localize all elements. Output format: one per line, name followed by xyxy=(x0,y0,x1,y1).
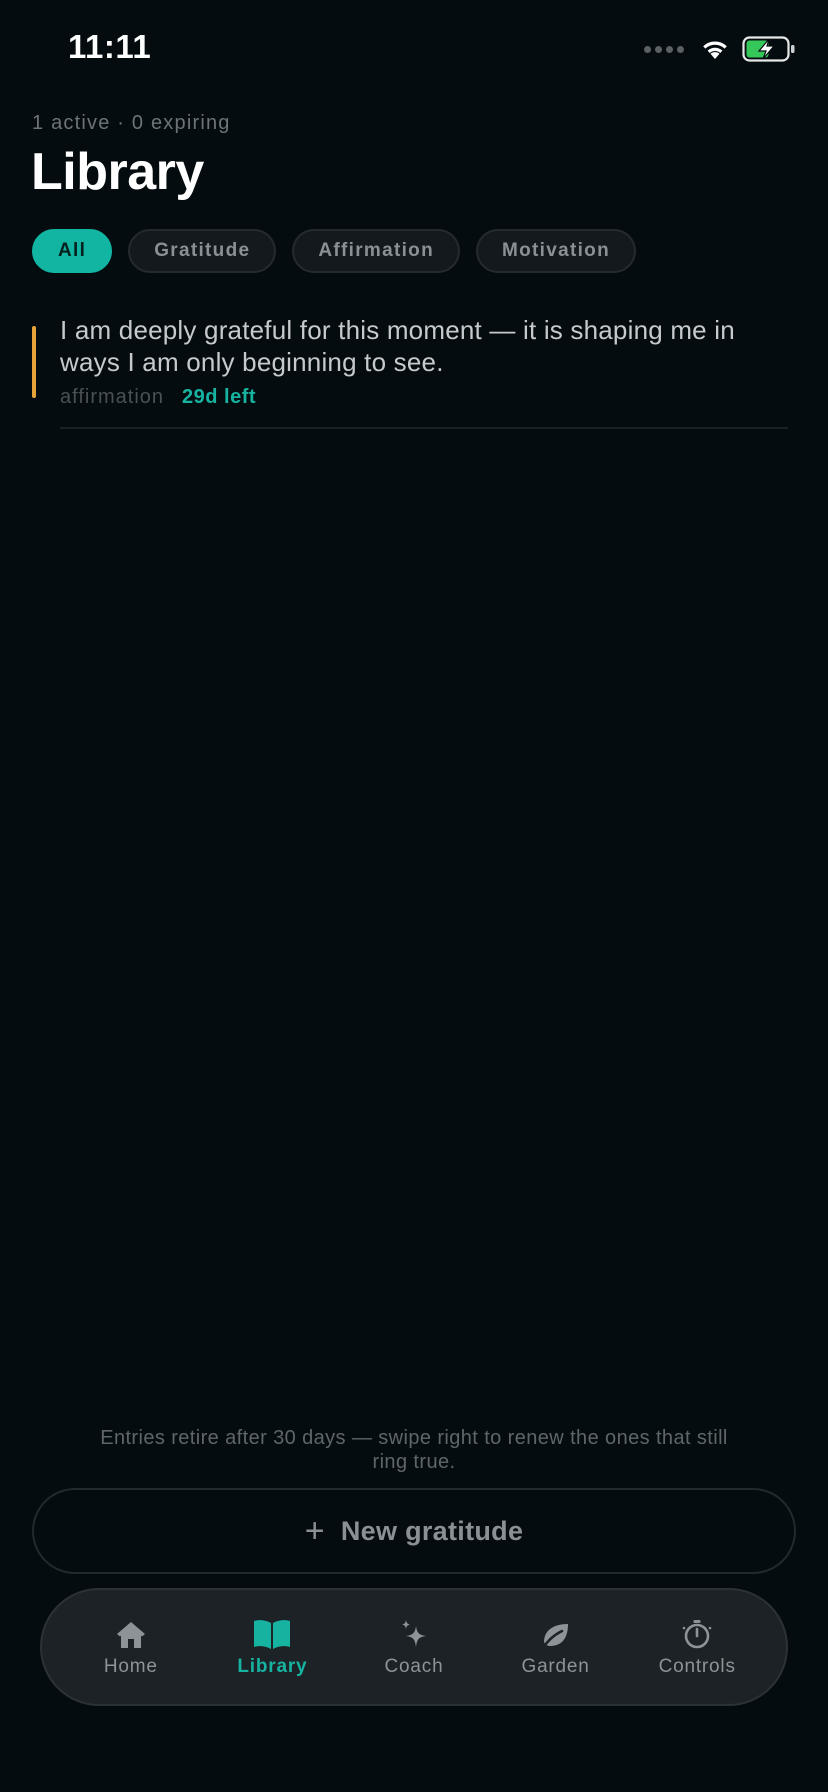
tab-controls-label: Controls xyxy=(658,1656,736,1677)
filter-chips: All Gratitude Affirmation Motivation xyxy=(32,229,636,273)
new-gratitude-button[interactable]: + New gratitude xyxy=(32,1488,796,1574)
library-summary: 1 active · 0 expiring xyxy=(32,112,231,134)
tab-controls[interactable]: Controls xyxy=(632,1616,762,1678)
entry-text: I am deeply grateful for this moment — i… xyxy=(60,315,735,377)
entry-days-left: 29d left xyxy=(182,386,257,408)
battery-charging-icon xyxy=(742,36,795,62)
cellular-signal-icon xyxy=(644,45,684,53)
page-title: Library xyxy=(31,143,204,201)
tab-library-label: Library xyxy=(237,1656,308,1677)
library-entry[interactable]: I am deeply grateful for this moment — i… xyxy=(32,314,788,429)
tab-coach-label: Coach xyxy=(384,1656,444,1677)
status-time: 11:11 xyxy=(68,28,152,65)
entry-meta: affirmation 29d left xyxy=(60,386,788,409)
plus-icon: + xyxy=(304,1512,325,1550)
new-gratitude-label: New gratitude xyxy=(340,1515,524,1546)
timer-icon xyxy=(681,1616,713,1650)
entry-accent-bar xyxy=(32,326,36,398)
filter-chip-motivation[interactable]: Motivation xyxy=(475,229,636,273)
tab-coach[interactable]: Coach xyxy=(349,1616,479,1678)
tab-garden[interactable]: Garden xyxy=(491,1616,621,1678)
leaf-icon xyxy=(540,1616,572,1650)
tab-garden-label: Garden xyxy=(521,1656,590,1677)
tab-library[interactable]: Library xyxy=(207,1616,337,1678)
entry-type: affirmation xyxy=(60,386,165,408)
book-icon xyxy=(252,1616,292,1650)
filter-chip-gratitude[interactable]: Gratitude xyxy=(128,229,277,273)
retire-note: Entries retire after 30 days — swipe rig… xyxy=(100,1427,728,1473)
filter-chip-affirmation[interactable]: Affirmation xyxy=(292,229,460,273)
status-indicators xyxy=(644,36,796,62)
home-icon xyxy=(115,1616,147,1650)
entry-body: I am deeply grateful for this moment — i… xyxy=(60,314,788,429)
sparkle-icon xyxy=(399,1616,429,1650)
filter-chip-all[interactable]: All xyxy=(32,229,113,273)
tab-bar: Home Library Coach Garden Controls xyxy=(40,1588,788,1706)
tab-home-label: Home xyxy=(103,1656,158,1677)
wifi-icon xyxy=(703,41,727,59)
tab-home[interactable]: Home xyxy=(66,1616,196,1678)
